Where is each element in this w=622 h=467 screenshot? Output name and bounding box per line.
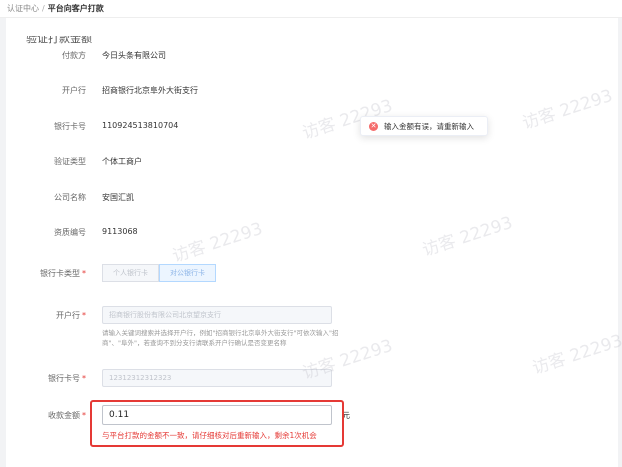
bank-label: 开户行 — [62, 86, 86, 95]
error-icon: ✕ — [369, 121, 378, 131]
card-no-input[interactable]: 12312312312323 — [102, 369, 332, 387]
verify-type-value: 个体工商户 — [102, 157, 142, 166]
card-no-label: 银行卡号 * — [48, 374, 86, 383]
breadcrumb: 认证中心 / 平台向客户打款 — [0, 0, 622, 18]
cert-no-value: 9113068 — [102, 227, 138, 236]
breadcrumb-parent-link[interactable]: 认证中心 — [7, 4, 39, 13]
toast-message: 输入金额有误，请重新输入 — [384, 121, 474, 131]
section-title: 验证打款金额 — [26, 32, 92, 45]
open-bank-input[interactable]: 招商银行股份有限公司北京望京支行 — [102, 306, 332, 324]
error-highlight-box — [90, 400, 344, 447]
cert-no-label: 资质编号 — [54, 228, 86, 237]
open-bank-label: 开户行 * — [56, 311, 86, 320]
card-value: 110924513810704 — [102, 121, 179, 130]
company-label: 公司名称 — [54, 193, 86, 202]
card-type-radio-group: 个人银行卡 对公银行卡 — [102, 264, 216, 282]
verify-type-label: 验证类型 — [54, 157, 86, 166]
card-type-label: 银行卡类型 * — [40, 269, 86, 278]
error-toast: ✕ 输入金额有误，请重新输入 — [360, 116, 488, 136]
payer-label: 付款方 — [62, 51, 86, 60]
open-bank-hint: 请输入关键词搜索并选择开户行，例如"招商银行北京阜外大街支行"可依次输入"招商"… — [102, 329, 339, 347]
payer-value: 今日头条有限公司 — [102, 51, 166, 60]
breadcrumb-separator: / — [42, 4, 45, 13]
card-label: 银行卡号 — [54, 122, 86, 131]
corporate-card-option[interactable]: 对公银行卡 — [159, 264, 216, 282]
amount-label: 收款金额 * — [48, 411, 86, 420]
company-value: 安国汇凯 — [102, 193, 134, 202]
bank-value: 招商银行北京阜外大街支行 — [102, 86, 198, 95]
breadcrumb-current: 平台向客户打款 — [47, 4, 104, 13]
personal-card-option[interactable]: 个人银行卡 — [102, 264, 159, 282]
